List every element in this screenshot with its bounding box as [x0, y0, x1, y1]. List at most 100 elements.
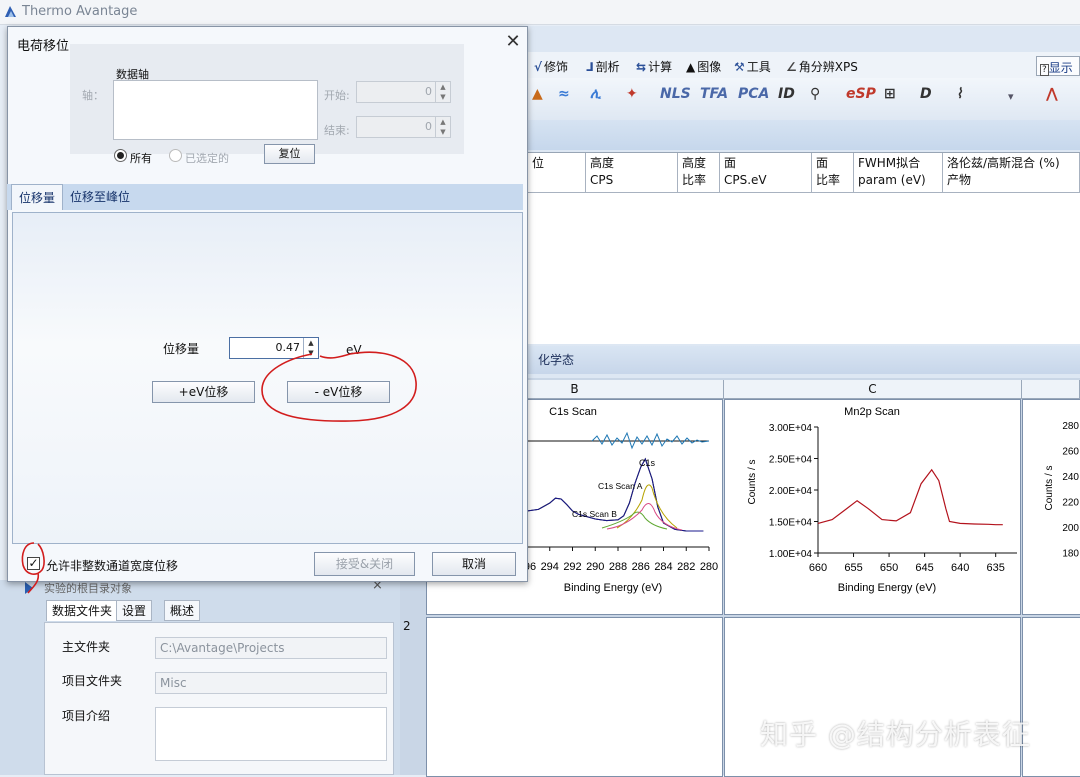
menu-item-calculate[interactable]: ⇆ 计算: [636, 58, 672, 75]
mn2p-x-axis-label: Binding Energy (eV): [838, 582, 936, 594]
menu-item-profile[interactable]: ⅃ 剖析: [586, 58, 620, 75]
avantage-logo-icon: [5, 6, 16, 17]
angle-icon: ∠: [786, 60, 797, 74]
spectrum-cell-c2[interactable]: [724, 617, 1021, 777]
spectrum-cell-d2[interactable]: [1022, 617, 1080, 777]
peak-marker-icon[interactable]: ⌇: [956, 86, 963, 112]
tab-overview[interactable]: 概述: [164, 600, 201, 621]
header-line1: 高度: [590, 156, 615, 170]
header-line2: CPS.eV: [724, 173, 767, 187]
id-icon[interactable]: ID: [778, 86, 795, 112]
tfa-icon[interactable]: TFA: [700, 86, 728, 112]
row-header-2[interactable]: 2: [403, 619, 411, 633]
side-chart-y-label: Counts / s: [1044, 465, 1055, 510]
project-intro-field[interactable]: [155, 707, 387, 761]
column-header-d[interactable]: [1022, 380, 1080, 399]
tab-chemical-state[interactable]: 化学态: [538, 351, 574, 368]
menu-item-tools[interactable]: ⚒ 工具: [734, 58, 771, 75]
c1s-data-line: [526, 457, 704, 532]
radio-all[interactable]: [114, 149, 127, 162]
d-icon[interactable]: D: [920, 86, 932, 112]
toolbar-overflow-icon[interactable]: ▾: [1008, 90, 1014, 116]
menu-item-arxps[interactable]: ∠ 角分辨XPS: [786, 58, 858, 75]
tab-data-folder[interactable]: 数据文件夹: [46, 600, 119, 621]
axis-listbox[interactable]: [113, 80, 318, 140]
brush-icon: √: [534, 60, 543, 74]
header-line2: 产物: [947, 173, 972, 187]
column-header-fwhm[interactable]: FWHM拟合 param (eV): [854, 153, 943, 193]
start-spinner[interactable]: 0 ▲ ▼: [356, 81, 451, 103]
mn2p-x-tick-label: 655: [844, 562, 862, 574]
nls-icon[interactable]: NLS: [660, 86, 691, 112]
c1s-x-tick-label: 286: [632, 561, 650, 573]
help-icon: ?: [1040, 64, 1049, 76]
mn2p-x-tick-label: 640: [951, 562, 969, 574]
column-header-position[interactable]: 位: [528, 153, 586, 193]
main-folder-field[interactable]: C:\Avantage\Projects: [155, 637, 387, 659]
radio-all-label: 所有: [130, 152, 152, 165]
column-header-area[interactable]: 面 CPS.eV: [720, 153, 812, 193]
side-chart: Counts / s 280 260 240 220 200 180: [1044, 421, 1079, 560]
show-button[interactable]: ? 显示: [1036, 56, 1080, 76]
header-line1: 洛伦兹/高斯混合 (%): [947, 156, 1060, 170]
end-value: 0: [425, 120, 432, 133]
menu-item-image[interactable]: ▲ 图像: [686, 58, 721, 75]
c1s-x-tick-label: 284: [654, 561, 672, 573]
project-folder-field[interactable]: Misc: [155, 672, 387, 694]
toolbar: ▲ ≈ ሊ ✦ NLS TFA PCA ID ⚲ eSP ⊞ D ⌇ ▾ ⋀: [528, 78, 1080, 120]
spinner-arrows-icon[interactable]: ▲ ▼: [435, 117, 450, 137]
menu-bar: √ 修饰 ⅃ 剖析 ⇆ 计算 ▲ 图像 ⚒ 工具 ∠ 角分辨XPS: [528, 52, 1080, 78]
column-header-lg-mix[interactable]: 洛伦兹/高斯混合 (%) 产物: [943, 153, 1080, 193]
app-titlebar: [0, 0, 1080, 25]
peak-table: 位 高度 CPS 高度 比率 面 CPS.eV 面比率 FWHM拟合 param (eV…: [528, 152, 1080, 344]
menu-item-label: 角分辨XPS: [798, 60, 858, 74]
search-icon[interactable]: ⚲: [810, 86, 820, 112]
c1s-x-axis-label: Binding Energy (eV): [564, 582, 662, 594]
reset-button[interactable]: 复位: [264, 144, 315, 164]
side-chart-y-tick-label: 200: [1062, 523, 1079, 534]
close-icon[interactable]: ✕: [502, 31, 524, 52]
spinner-arrows-icon[interactable]: ▲ ▼: [435, 82, 450, 102]
red-checkbox-annotation: [21, 542, 45, 575]
mn2p-series-line: [817, 468, 1003, 526]
fit-icon[interactable]: ሊ: [590, 86, 601, 112]
header-line1: 面: [816, 156, 829, 170]
menu-item-modify[interactable]: √ 修饰: [534, 58, 568, 75]
bars-icon[interactable]: ⊞: [884, 86, 896, 112]
dialog-tabs: 位移量 位移至峰位: [7, 184, 523, 210]
side-chart-y-tick-label: 240: [1062, 472, 1079, 483]
header-line1: 面: [724, 156, 737, 170]
spectrum-cell-b2[interactable]: [426, 617, 723, 777]
radio-selected[interactable]: [169, 149, 182, 162]
mn2p-y-tick-label: 1.00E+04: [769, 549, 813, 560]
tab-settings[interactable]: 设置: [116, 600, 153, 621]
column-header-height-cps[interactable]: 高度 CPS: [586, 153, 678, 193]
header-line2: param (eV): [858, 173, 926, 187]
c1s-scan-a-annotation: C1s Scan A: [598, 481, 643, 491]
end-label: 结束:: [324, 124, 350, 137]
red-tail-annotation: [27, 572, 40, 594]
esp-icon[interactable]: eSP: [846, 86, 876, 112]
tab-shift-to-peak[interactable]: 位移至峰位: [63, 184, 137, 210]
mn2p-y-tick-label: 2.50E+04: [769, 455, 813, 466]
radio-selected-label: 已选定的: [185, 152, 229, 165]
start-value: 0: [425, 85, 432, 98]
header-line2: CPS: [590, 173, 614, 187]
spectrum-icon[interactable]: ⋀: [1046, 86, 1058, 112]
end-spinner[interactable]: 0 ▲ ▼: [356, 116, 451, 138]
app-title: Thermo Avantage: [22, 4, 138, 19]
column-header-c[interactable]: C: [724, 380, 1022, 399]
pca-icon[interactable]: PCA: [738, 86, 769, 112]
peak-icon[interactable]: ▲: [532, 86, 543, 112]
c1s-x-tick-label: 280: [700, 561, 718, 573]
mn2p-x-tick-label: 635: [986, 562, 1004, 574]
column-header-area-ratio[interactable]: 面比率: [812, 153, 854, 193]
shapes-icon[interactable]: ✦: [626, 86, 638, 112]
c1s-x-tick-label: 292: [563, 561, 581, 573]
overlay-icon[interactable]: ≈: [558, 86, 570, 112]
cancel-button[interactable]: 取消: [432, 552, 516, 576]
tab-shift-amount[interactable]: 位移量: [11, 184, 64, 210]
column-header-height-ratio[interactable]: 高度 比率: [678, 153, 720, 193]
mn2p-chart-title: Mn2p Scan: [844, 406, 900, 418]
calculator-icon: ⇆: [636, 60, 647, 74]
